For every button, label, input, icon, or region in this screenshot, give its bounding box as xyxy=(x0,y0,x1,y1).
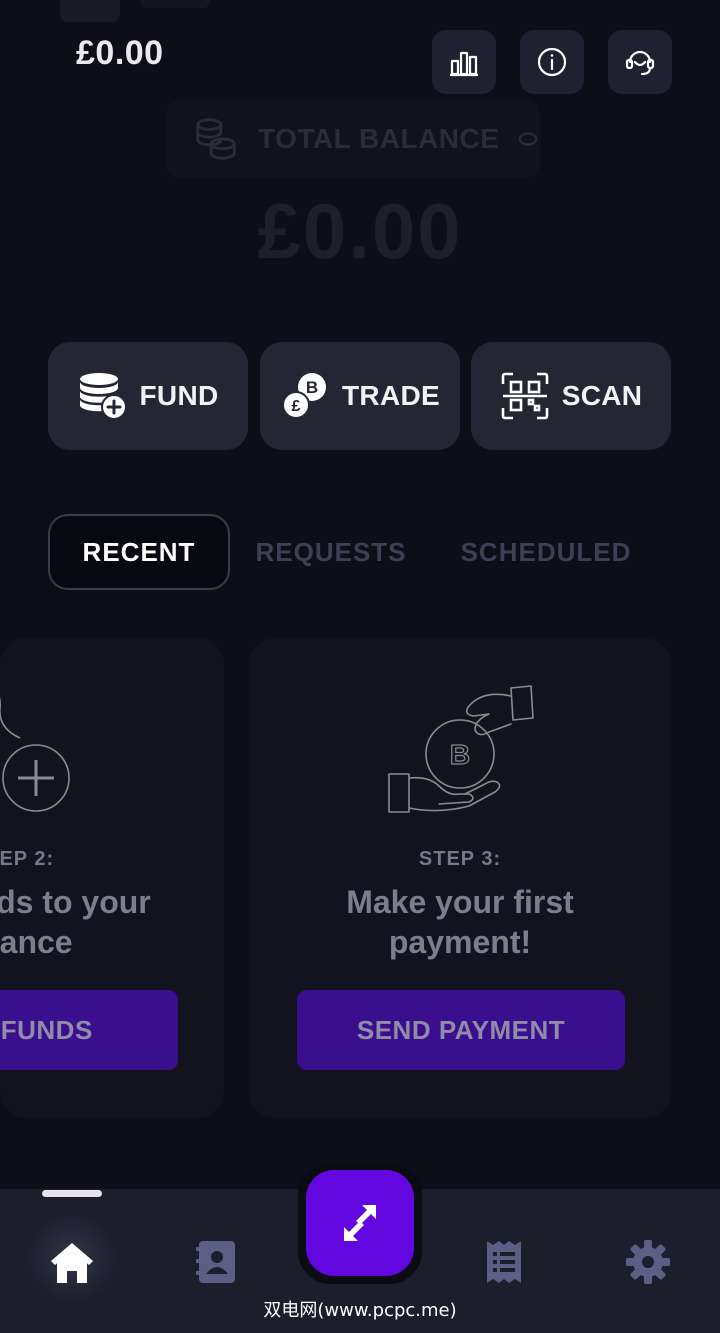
trade-label: TRADE xyxy=(342,380,440,411)
fund-label: FUND xyxy=(139,380,219,411)
receipt-icon xyxy=(487,1241,521,1283)
nav-transactions[interactable] xyxy=(472,1230,536,1294)
step-2-title: Add funds to your balance xyxy=(0,882,224,962)
svg-text:£: £ xyxy=(292,398,301,415)
payment-hand-bitcoin-icon: B xyxy=(388,685,534,813)
svg-text:B: B xyxy=(450,739,470,770)
settings-gear-icon xyxy=(626,1240,670,1284)
bitcoin-pound-icon: B £ xyxy=(282,373,327,419)
step-2-title-line-2: balance xyxy=(0,924,73,960)
send-payment-button[interactable]: SEND PAYMENT xyxy=(297,990,625,1070)
active-tab-indicator xyxy=(42,1190,102,1197)
step-3-title: Make your first payment! xyxy=(249,882,671,962)
transfer-icon xyxy=(344,1205,376,1241)
nav-settings[interactable] xyxy=(616,1230,680,1294)
add-funds-illustration-icon xyxy=(0,697,70,812)
scan-label: SCAN xyxy=(561,380,643,411)
coins-stack-icon xyxy=(196,118,236,160)
step-3-label: STEP 3: xyxy=(418,848,502,870)
fund-button[interactable]: FUND xyxy=(48,342,248,450)
scan-button[interactable]: SCAN xyxy=(471,342,671,450)
total-balance-header: TOTAL BALANCE xyxy=(166,100,540,178)
step-3-title-line-2: payment! xyxy=(388,924,532,960)
info-button[interactable] xyxy=(520,30,584,94)
svg-text:B: B xyxy=(306,378,318,397)
watermark-text: 双电网(www.pcpc.me) xyxy=(263,1300,457,1321)
statistics-button[interactable] xyxy=(432,30,496,94)
nav-home[interactable] xyxy=(40,1230,104,1294)
bar-chart-icon xyxy=(450,51,478,77)
transfer-button[interactable] xyxy=(306,1170,414,1276)
step-2-title-line-1: Add funds to your xyxy=(0,884,151,920)
onboarding-card-step-2: STEP 2: Add funds to your balance ADD FU… xyxy=(0,638,224,1118)
nav-contacts[interactable] xyxy=(184,1230,248,1294)
step-3-title-line-1: Make your first xyxy=(346,884,574,920)
info-icon xyxy=(537,47,567,77)
onboarding-card-step-3: B STEP 3: Make your first payment! SEND … xyxy=(249,638,671,1118)
total-balance-amount: £0.00 xyxy=(257,187,463,275)
support-headset-icon xyxy=(625,50,655,76)
trade-button[interactable]: B £ TRADE xyxy=(260,342,460,450)
tab-requests[interactable]: REQUESTS xyxy=(250,514,412,590)
header-balance-amount: £0.00 xyxy=(76,34,164,72)
total-balance-label: TOTAL BALANCE xyxy=(258,123,500,154)
status-bar-ghost xyxy=(60,0,120,22)
tab-scheduled[interactable]: SCHEDULED xyxy=(448,514,644,590)
contacts-icon xyxy=(196,1241,235,1283)
home-icon xyxy=(51,1243,93,1283)
status-bar-ghost xyxy=(140,0,210,8)
qr-scan-icon xyxy=(501,372,549,420)
add-funds-button[interactable]: ADD FUNDS xyxy=(0,990,178,1070)
support-button[interactable] xyxy=(608,30,672,94)
eye-icon xyxy=(518,132,538,146)
step-2-label: STEP 2: xyxy=(0,848,55,870)
coins-plus-icon xyxy=(79,373,127,420)
tab-recent[interactable]: RECENT xyxy=(48,514,230,590)
